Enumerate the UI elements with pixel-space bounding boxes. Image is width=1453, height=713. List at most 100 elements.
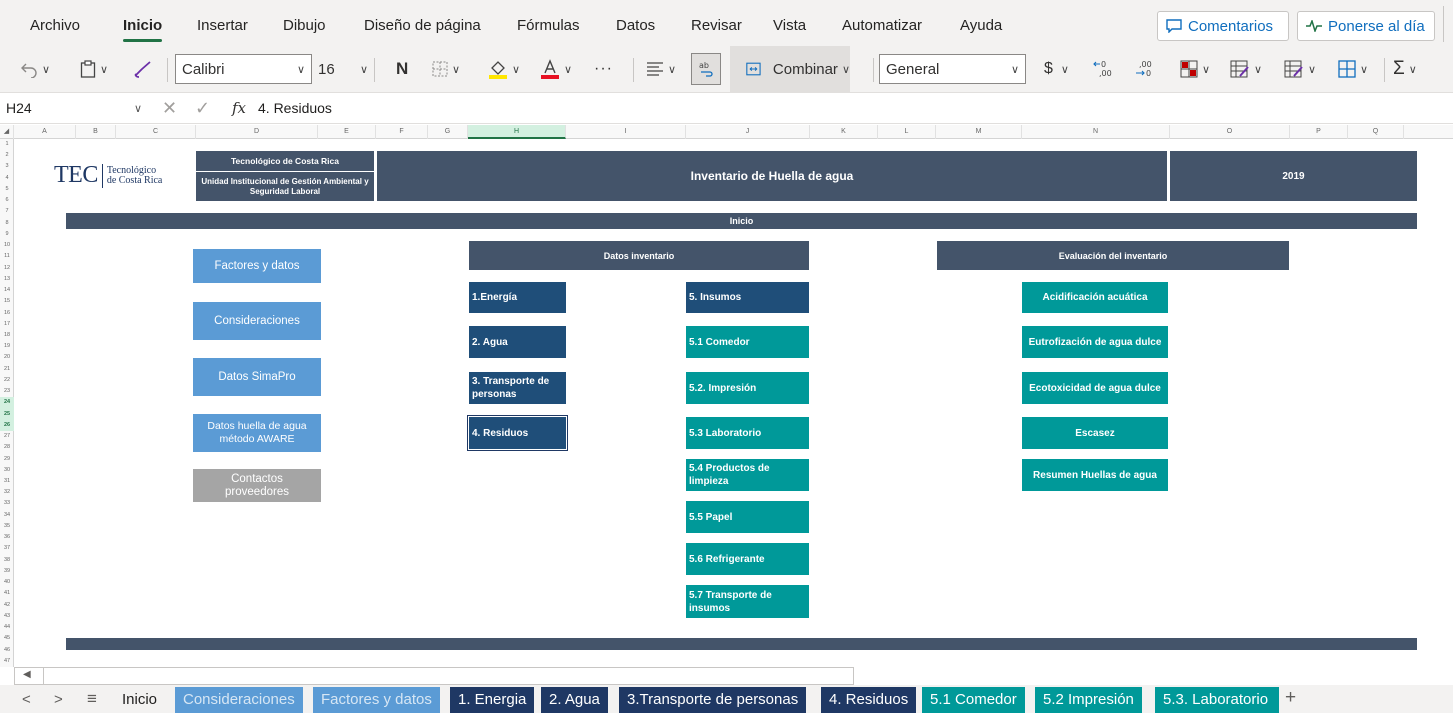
merge-button[interactable]: Combinar ∨ bbox=[730, 46, 850, 92]
factores-datos-button[interactable]: Factores y datos bbox=[193, 249, 321, 283]
row-header[interactable]: 45 bbox=[0, 633, 14, 644]
insert-cells-button[interactable]: ∨ bbox=[1338, 54, 1368, 84]
autosum-button[interactable]: Σ ∨ bbox=[1393, 54, 1417, 84]
datos-aware-button[interactable]: Datos huella de agua método AWARE bbox=[193, 414, 321, 452]
font-color-button[interactable]: ∨ bbox=[540, 54, 572, 84]
column-header[interactable]: N bbox=[1022, 125, 1170, 139]
tab-formulas[interactable]: Fórmulas bbox=[517, 17, 580, 34]
confirm-icon[interactable]: ✓ bbox=[195, 98, 210, 119]
row-header[interactable]: 35 bbox=[0, 521, 14, 532]
more-options-button[interactable]: ··· bbox=[594, 54, 613, 84]
increase-decimal-button[interactable]: 0,00 bbox=[1093, 54, 1115, 84]
column-header[interactable]: J bbox=[686, 125, 810, 139]
row-header[interactable]: 31 bbox=[0, 476, 14, 487]
row-header[interactable]: 37 bbox=[0, 543, 14, 554]
column-header[interactable]: O bbox=[1170, 125, 1290, 139]
row-header[interactable]: 39 bbox=[0, 566, 14, 577]
row-header[interactable]: 36 bbox=[0, 532, 14, 543]
column-header[interactable]: K bbox=[810, 125, 878, 139]
format-as-table-button[interactable]: ∨ bbox=[1230, 54, 1262, 84]
row-header[interactable]: 17 bbox=[0, 319, 14, 330]
refrigerante-button[interactable]: 5.6 Refrigerante bbox=[686, 543, 809, 575]
column-header[interactable]: F bbox=[376, 125, 428, 139]
row-header[interactable]: 43 bbox=[0, 611, 14, 622]
decrease-decimal-button[interactable]: ,00 0 bbox=[1134, 54, 1156, 84]
row-header[interactable]: 29 bbox=[0, 454, 14, 465]
resumen-huellas-button[interactable]: Resumen Huellas de agua bbox=[1022, 459, 1168, 491]
tab-dibujo[interactable]: Dibujo bbox=[283, 17, 326, 34]
row-header[interactable]: 8 bbox=[0, 218, 14, 229]
row-header[interactable]: 6 bbox=[0, 195, 14, 206]
row-header[interactable]: 7 bbox=[0, 206, 14, 217]
column-header[interactable]: M bbox=[936, 125, 1022, 139]
sheet-tab-transporte[interactable]: 3.Transporte de personas bbox=[619, 687, 807, 713]
eutrofizacion-button[interactable]: Eutrofización de agua dulce bbox=[1022, 326, 1168, 358]
row-header-selected[interactable]: 25 bbox=[0, 408, 14, 420]
align-button[interactable]: ∨ bbox=[646, 54, 676, 84]
laboratorio-button[interactable]: 5.3 Laboratorio bbox=[686, 417, 809, 449]
row-header[interactable]: 20 bbox=[0, 352, 14, 363]
escasez-button[interactable]: Escasez bbox=[1022, 417, 1168, 449]
row-header[interactable]: 47 bbox=[0, 656, 14, 667]
row-header[interactable]: 30 bbox=[0, 465, 14, 476]
row-header[interactable]: 15 bbox=[0, 296, 14, 307]
number-format-select[interactable]: General ∨ bbox=[879, 54, 1026, 84]
papel-button[interactable]: 5.5 Papel bbox=[686, 501, 809, 533]
tab-insertar[interactable]: Insertar bbox=[197, 17, 248, 34]
font-size-select[interactable]: 16 ∨ bbox=[318, 54, 368, 84]
row-header[interactable]: 44 bbox=[0, 622, 14, 633]
sheet-tab-energia[interactable]: 1. Energia bbox=[450, 687, 535, 713]
borders-button[interactable]: ∨ bbox=[432, 54, 460, 84]
tab-ayuda[interactable]: Ayuda bbox=[960, 17, 1002, 34]
font-name-select[interactable]: Calibri ∨ bbox=[175, 54, 312, 84]
column-header[interactable]: C bbox=[116, 125, 196, 139]
row-header-selected[interactable]: 24 bbox=[0, 397, 14, 409]
row-header[interactable]: 38 bbox=[0, 555, 14, 566]
row-header[interactable]: 32 bbox=[0, 487, 14, 498]
column-header[interactable]: Q bbox=[1348, 125, 1404, 139]
format-painter-button[interactable] bbox=[133, 54, 153, 84]
comedor-button[interactable]: 5.1 Comedor bbox=[686, 326, 809, 358]
row-header[interactable]: 1 bbox=[0, 139, 14, 150]
row-header[interactable]: 34 bbox=[0, 510, 14, 521]
wrap-text-button[interactable]: ab bbox=[691, 53, 721, 85]
row-header[interactable]: 14 bbox=[0, 285, 14, 296]
formula-input[interactable]: 4. Residuos bbox=[258, 100, 332, 116]
productos-limpieza-button[interactable]: 5.4 Productos de limpieza bbox=[686, 459, 809, 491]
tab-diseno-pagina[interactable]: Diseño de página bbox=[364, 17, 481, 34]
column-header[interactable]: D bbox=[196, 125, 318, 139]
column-header[interactable]: L bbox=[878, 125, 936, 139]
impresion-button[interactable]: 5.2. Impresión bbox=[686, 372, 809, 404]
column-header[interactable]: B bbox=[76, 125, 116, 139]
ecotoxicidad-button[interactable]: Ecotoxicidad de agua dulce bbox=[1022, 372, 1168, 404]
column-header[interactable]: A bbox=[14, 125, 76, 139]
row-header[interactable]: 40 bbox=[0, 577, 14, 588]
acidificacion-button[interactable]: Acidificación acuática bbox=[1022, 282, 1168, 313]
row-header[interactable]: 28 bbox=[0, 442, 14, 453]
row-header[interactable]: 46 bbox=[0, 645, 14, 656]
fill-color-button[interactable]: ∨ bbox=[488, 54, 520, 84]
next-sheet-icon[interactable]: > bbox=[54, 691, 63, 708]
datos-simapro-button[interactable]: Datos SimaPro bbox=[193, 358, 321, 396]
row-header[interactable]: 23 bbox=[0, 386, 14, 397]
row-header[interactable]: 27 bbox=[0, 431, 14, 442]
row-header[interactable]: 33 bbox=[0, 498, 14, 509]
row-header[interactable]: 11 bbox=[0, 251, 14, 262]
row-header[interactable]: 13 bbox=[0, 274, 14, 285]
row-header[interactable]: 12 bbox=[0, 263, 14, 274]
sheet-tab-consideraciones[interactable]: Consideraciones bbox=[175, 687, 303, 713]
sheet-tab-comedor[interactable]: 5.1 Comedor bbox=[922, 687, 1025, 713]
name-box[interactable]: H24 bbox=[6, 100, 32, 116]
currency-format-button[interactable]: $ ∨ bbox=[1044, 54, 1069, 84]
row-header[interactable]: 10 bbox=[0, 240, 14, 251]
transporte-insumos-button[interactable]: 5.7 Transporte de insumos bbox=[686, 585, 809, 618]
consideraciones-button[interactable]: Consideraciones bbox=[193, 302, 321, 340]
horizontal-scrollbar[interactable]: ◀ bbox=[14, 667, 854, 685]
column-header[interactable]: E bbox=[318, 125, 376, 139]
tab-automatizar[interactable]: Automatizar bbox=[842, 17, 922, 34]
sheet-tab-laboratorio[interactable]: 5.3. Laboratorio bbox=[1155, 687, 1279, 713]
conditional-format-button[interactable]: ∨ bbox=[1180, 54, 1210, 84]
sheet-tab-inicio[interactable]: Inicio bbox=[114, 687, 165, 713]
tab-archivo[interactable]: Archivo bbox=[30, 17, 80, 34]
tab-vista[interactable]: Vista bbox=[773, 17, 806, 34]
